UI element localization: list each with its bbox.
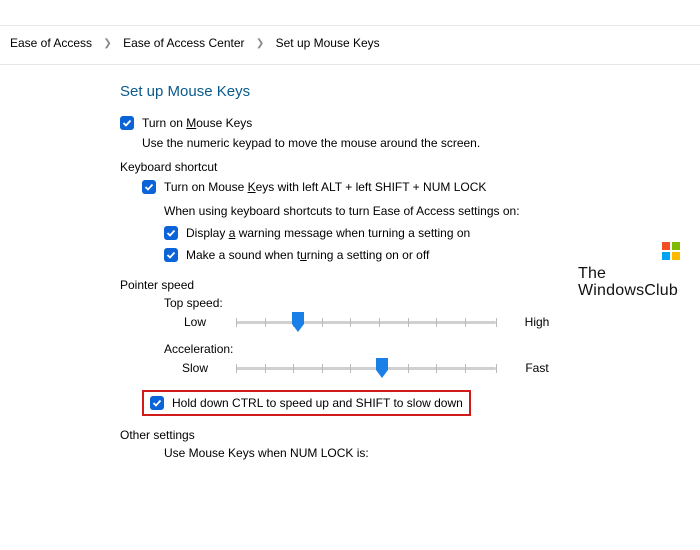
checkbox-checked-icon[interactable] <box>120 116 134 130</box>
slider-min-label: Low <box>164 315 226 329</box>
section-other-settings: Other settings <box>120 428 700 442</box>
turn-on-shortcut[interactable]: Turn on Mouse Keys with left ALT + left … <box>142 178 700 196</box>
content-area: Set up Mouse Keys Turn on Mouse Keys Use… <box>0 65 700 460</box>
checkbox-checked-icon[interactable] <box>142 180 156 194</box>
highlight-box: Hold down CTRL to speed up and SHIFT to … <box>142 390 471 416</box>
checkbox-checked-icon[interactable] <box>164 248 178 262</box>
slider-thumb[interactable] <box>374 358 390 378</box>
top-speed-slider[interactable]: Low High <box>164 314 700 330</box>
windows-logo-icon <box>662 242 680 260</box>
checkbox-label: Turn on Mouse Keys <box>142 114 252 132</box>
chevron-right-icon: ❯ <box>256 38 264 49</box>
make-sound[interactable]: Make a sound when turning a setting on o… <box>164 246 700 264</box>
acceleration-label: Acceleration: <box>164 342 700 356</box>
page-title: Set up Mouse Keys <box>120 83 700 100</box>
checkbox-checked-icon[interactable] <box>150 396 164 410</box>
turn-on-mouse-keys[interactable]: Turn on Mouse Keys <box>120 114 700 132</box>
checkbox-label: Hold down CTRL to speed up and SHIFT to … <box>172 396 463 410</box>
breadcrumb-item[interactable]: Ease of Access <box>10 36 92 50</box>
window-topbar <box>0 0 700 26</box>
slider-track[interactable] <box>236 360 496 376</box>
acceleration-slider[interactable]: Slow Fast <box>164 360 700 376</box>
use-when-numlock-label: Use Mouse Keys when NUM LOCK is: <box>164 446 700 460</box>
checkbox-label: Display a warning message when turning a… <box>186 224 470 242</box>
turn-on-description: Use the numeric keypad to move the mouse… <box>142 136 700 150</box>
slider-thumb[interactable] <box>290 312 306 332</box>
checkbox-checked-icon[interactable] <box>164 226 178 240</box>
slider-min-label: Slow <box>164 361 226 375</box>
display-warning[interactable]: Display a warning message when turning a… <box>164 224 700 242</box>
breadcrumb: Ease of Access ❯ Ease of Access Center ❯… <box>0 26 700 65</box>
slider-max-label: High <box>506 315 568 329</box>
when-using-text: When using keyboard shortcuts to turn Ea… <box>164 204 700 218</box>
slider-max-label: Fast <box>506 361 568 375</box>
chevron-right-icon: ❯ <box>103 38 111 49</box>
breadcrumb-item[interactable]: Ease of Access Center <box>123 36 244 50</box>
breadcrumb-item[interactable]: Set up Mouse Keys <box>276 36 380 50</box>
checkbox-label: Make a sound when turning a setting on o… <box>186 246 429 264</box>
slider-track[interactable] <box>236 314 496 330</box>
section-keyboard-shortcut: Keyboard shortcut <box>120 160 700 174</box>
checkbox-label: Turn on Mouse Keys with left ALT + left … <box>164 178 486 196</box>
watermark: The WindowsClub <box>578 266 678 300</box>
